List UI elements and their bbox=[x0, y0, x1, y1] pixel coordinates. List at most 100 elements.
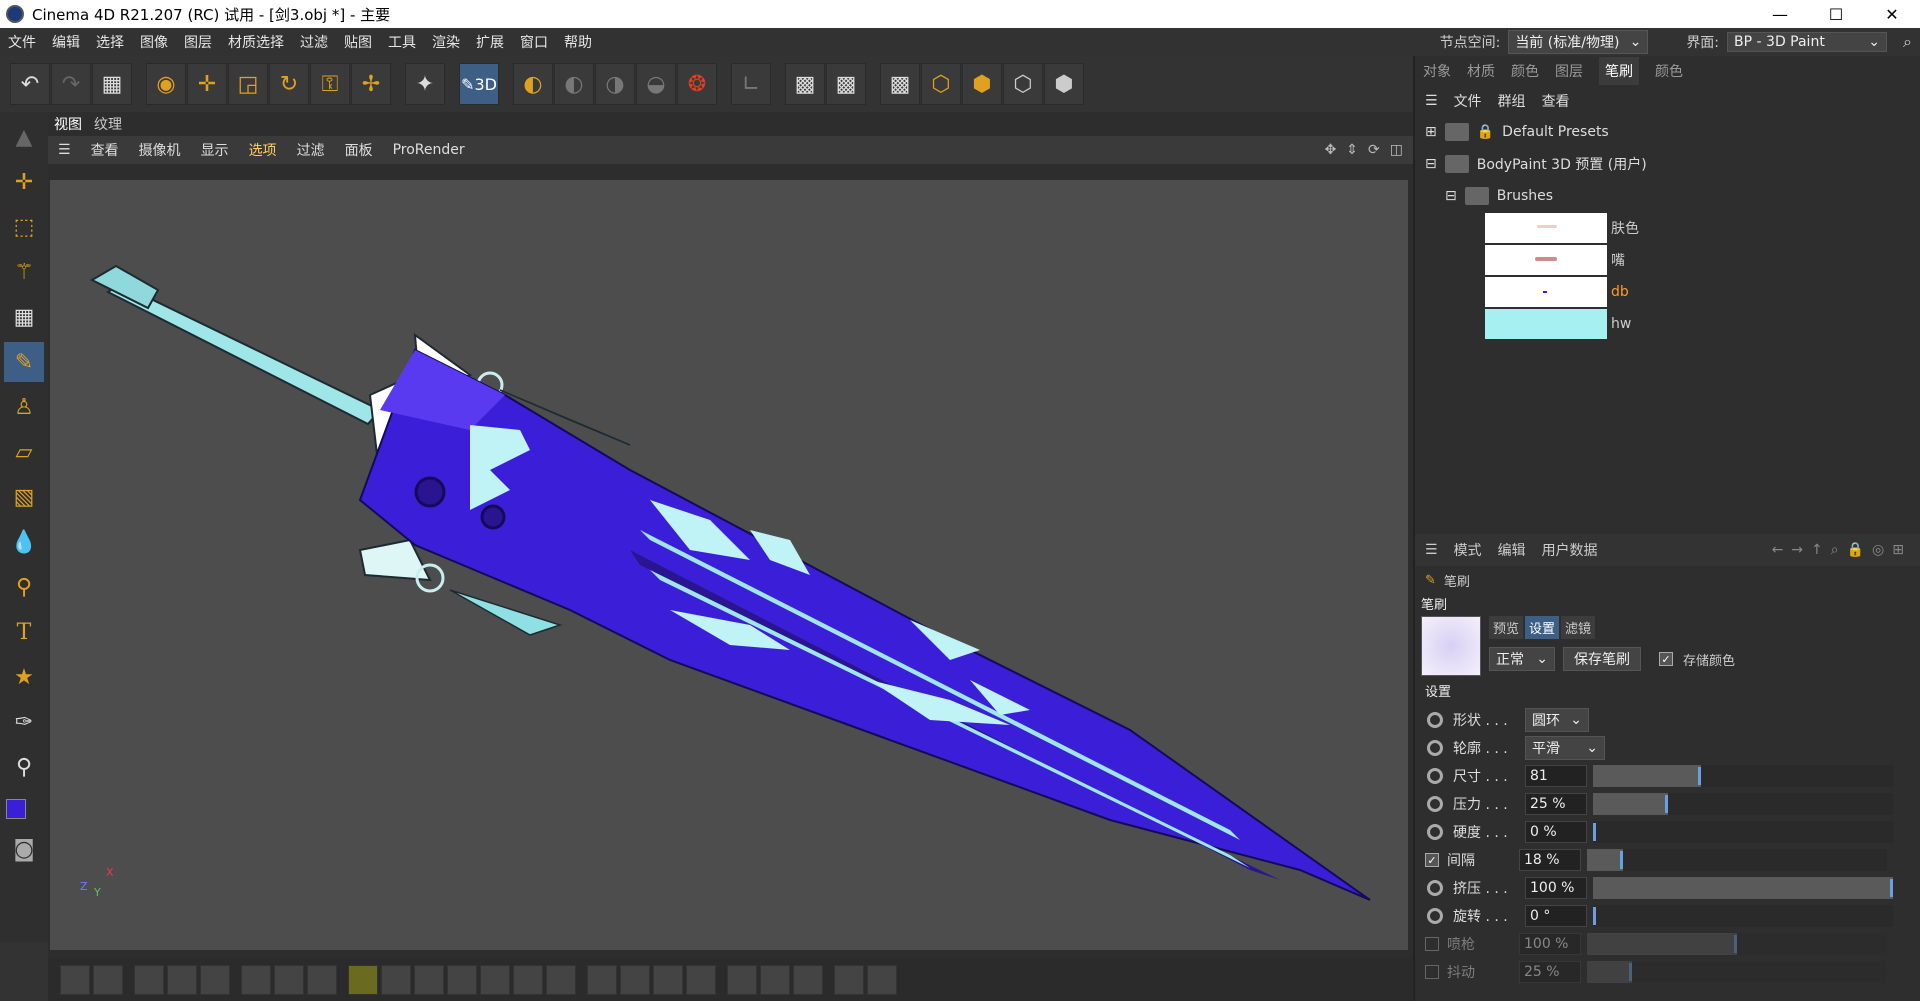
color-swatches[interactable] bbox=[6, 793, 42, 823]
menu-help[interactable]: 帮助 bbox=[556, 32, 600, 52]
profile-select[interactable]: 平滑 ⌄ bbox=[1525, 736, 1605, 760]
tab-settings[interactable]: 设置 bbox=[1525, 616, 1560, 639]
param-value-field[interactable]: 25 % bbox=[1519, 961, 1581, 983]
texture-view-b-button[interactable]: ▩ bbox=[826, 63, 866, 105]
tab-filter[interactable]: 滤镜 bbox=[1561, 616, 1596, 639]
layer-button-19[interactable] bbox=[686, 964, 716, 995]
param-slider[interactable] bbox=[1593, 821, 1893, 843]
param-checkbox[interactable]: ✓ bbox=[1425, 853, 1439, 867]
maximize-view-icon[interactable]: ◫ bbox=[1390, 142, 1403, 158]
layer-button-24[interactable] bbox=[867, 964, 897, 995]
tab-layers[interactable]: 图层 bbox=[1555, 61, 1583, 81]
param-value-field[interactable]: 25 % bbox=[1525, 793, 1587, 815]
layer-button-9[interactable] bbox=[348, 964, 378, 995]
layer-button-11[interactable] bbox=[414, 964, 444, 995]
render-region-button[interactable]: ❂ bbox=[677, 63, 717, 105]
foreground-color-swatch[interactable] bbox=[6, 799, 26, 819]
slider-knob[interactable] bbox=[1890, 879, 1893, 897]
param-value-field[interactable]: 100 % bbox=[1525, 877, 1587, 899]
menu-image[interactable]: 图像 bbox=[132, 32, 176, 52]
paint-mode-a-button[interactable]: ◑ bbox=[595, 63, 635, 105]
redo-button[interactable]: ↷ bbox=[51, 63, 91, 105]
tree-item-brushes[interactable]: ⊟ Brushes bbox=[1425, 180, 1920, 212]
collapse-icon[interactable]: ⊟ bbox=[1425, 156, 1437, 172]
param-value-field[interactable]: 0 ° bbox=[1525, 905, 1587, 927]
layer-button-8[interactable] bbox=[307, 964, 337, 995]
layer-button-7[interactable] bbox=[274, 964, 304, 995]
layer-button-15[interactable] bbox=[546, 964, 576, 995]
animate-radio[interactable] bbox=[1427, 796, 1443, 812]
undo-view-button[interactable]: ▦ bbox=[92, 63, 132, 105]
animate-radio[interactable] bbox=[1427, 712, 1443, 728]
brush-item[interactable]: 肤色 bbox=[1485, 212, 1920, 244]
display-checker-button[interactable]: ▩ bbox=[880, 63, 920, 105]
menu-texture[interactable]: 贴图 bbox=[336, 32, 380, 52]
animate-radio[interactable] bbox=[1427, 908, 1443, 924]
projection-paint-button[interactable]: ◐ bbox=[513, 63, 553, 105]
layer-button-4[interactable] bbox=[167, 964, 197, 995]
layer-button-17[interactable] bbox=[620, 964, 650, 995]
menu-file[interactable]: 文件 bbox=[0, 32, 44, 52]
brush-item[interactable]: hw bbox=[1485, 308, 1920, 340]
tab-preview[interactable]: 预览 bbox=[1489, 616, 1524, 639]
brush-item[interactable]: 嘴 bbox=[1485, 244, 1920, 276]
animate-radio[interactable] bbox=[1427, 768, 1443, 784]
menu-select[interactable]: 选择 bbox=[88, 32, 132, 52]
attr-menu-edit[interactable]: 编辑 bbox=[1498, 540, 1526, 560]
menu-extensions[interactable]: 扩展 bbox=[468, 32, 512, 52]
vp-menu-prorender[interactable]: ProRender bbox=[393, 142, 465, 158]
blend-mode-select[interactable]: 正常 ⌄ bbox=[1489, 647, 1555, 671]
tool-zoom[interactable]: ⚲ bbox=[4, 747, 44, 787]
menu-material-select[interactable]: 材质选择 bbox=[220, 32, 292, 52]
slider-knob[interactable] bbox=[1698, 767, 1701, 785]
param-value-field[interactable]: 81 bbox=[1525, 765, 1587, 787]
tool-magnify[interactable]: ⚲ bbox=[4, 567, 44, 607]
param-slider[interactable] bbox=[1593, 905, 1893, 927]
tab-colors-2[interactable]: 颜色 bbox=[1655, 61, 1683, 81]
attr-menu-mode[interactable]: 模式 bbox=[1454, 540, 1482, 560]
vp-menu-camera[interactable]: 摄像机 bbox=[139, 140, 181, 160]
layer-button-14[interactable] bbox=[513, 964, 543, 995]
tab-view[interactable]: 视图 bbox=[54, 114, 82, 134]
tool-magic-wand[interactable]: ⚚ bbox=[4, 252, 44, 292]
vp-menu-panel[interactable]: 面板 bbox=[345, 140, 373, 160]
menu-edit[interactable]: 编辑 bbox=[44, 32, 88, 52]
node-space-select[interactable]: 当前 (标准/物理) ⌄ bbox=[1508, 30, 1649, 54]
vp-menu-view[interactable]: 查看 bbox=[91, 140, 119, 160]
param-slider[interactable] bbox=[1587, 961, 1887, 983]
param-slider[interactable] bbox=[1593, 793, 1893, 815]
tool-object[interactable]: ▲ bbox=[4, 117, 44, 157]
layer-button-20[interactable] bbox=[727, 964, 757, 995]
pan-icon[interactable]: ✥ bbox=[1325, 142, 1337, 158]
menu-filter[interactable]: 过滤 bbox=[292, 32, 336, 52]
animate-radio[interactable] bbox=[1427, 824, 1443, 840]
vp-menu-filter[interactable]: 过滤 bbox=[297, 140, 325, 160]
move-button[interactable]: ✛ bbox=[187, 63, 227, 105]
paint-setup-button[interactable]: ✦ bbox=[405, 63, 445, 105]
animate-radio[interactable] bbox=[1427, 740, 1443, 756]
tab-materials[interactable]: 材质 bbox=[1467, 61, 1495, 81]
layer-button-1[interactable] bbox=[60, 964, 90, 995]
paint-mode-b-button[interactable]: ◒ bbox=[636, 63, 676, 105]
layer-button-5[interactable] bbox=[200, 964, 230, 995]
shape-select[interactable]: 圆环 ⌄ bbox=[1525, 708, 1589, 732]
vp-menu-display[interactable]: 显示 bbox=[201, 140, 229, 160]
slider-knob[interactable] bbox=[1593, 823, 1596, 841]
param-value-field[interactable]: 0 % bbox=[1525, 821, 1587, 843]
orbit-icon[interactable]: ⟳ bbox=[1368, 142, 1380, 158]
layer-button-22[interactable] bbox=[793, 964, 823, 995]
paint-3d-button[interactable]: ✎3D bbox=[459, 63, 499, 105]
store-color-checkbox[interactable]: ✓ bbox=[1659, 652, 1673, 666]
layer-button-10[interactable] bbox=[381, 964, 411, 995]
tab-colors[interactable]: 颜色 bbox=[1511, 61, 1539, 81]
tool-shape[interactable]: ★ bbox=[4, 657, 44, 697]
hamburger-icon[interactable]: ☰ bbox=[1425, 542, 1438, 558]
param-slider[interactable] bbox=[1593, 877, 1893, 899]
tool-stamp[interactable]: ♙ bbox=[4, 387, 44, 427]
param-checkbox[interactable] bbox=[1425, 965, 1439, 979]
menu-render[interactable]: 渲染 bbox=[424, 32, 468, 52]
hamburger-icon[interactable]: ☰ bbox=[58, 142, 71, 158]
texture-view-button[interactable]: ▩ bbox=[785, 63, 825, 105]
browser-menu-group[interactable]: 群组 bbox=[1498, 91, 1526, 111]
scale-button[interactable]: ◲ bbox=[228, 63, 268, 105]
